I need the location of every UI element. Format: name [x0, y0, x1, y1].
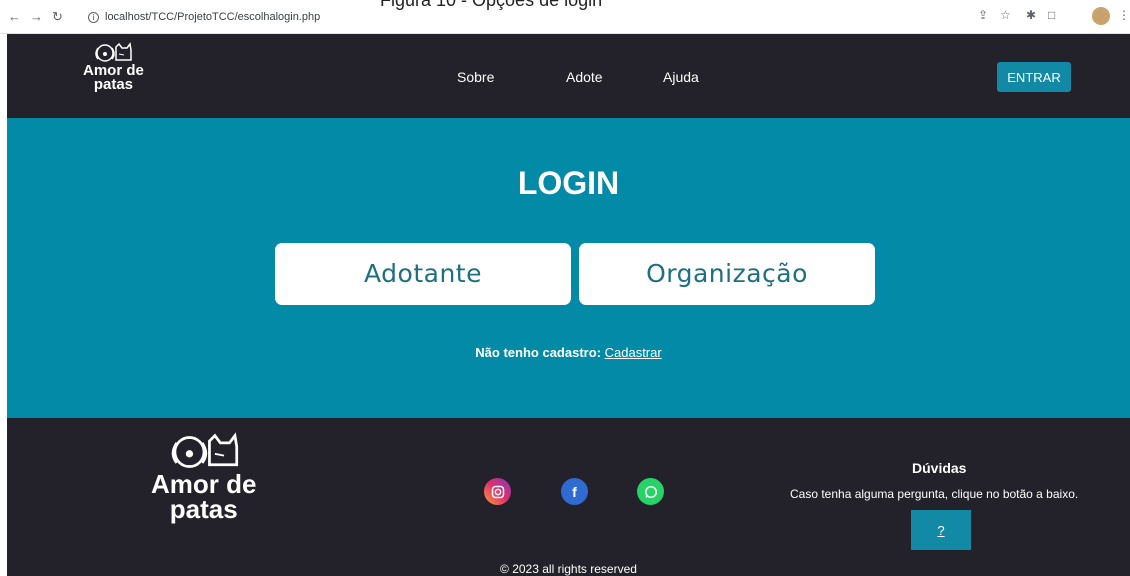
logo-line-2: patas — [93, 76, 134, 94]
reload-icon[interactable]: ↻ — [52, 9, 63, 25]
footer-logo: Amor de patas — [151, 432, 257, 524]
site-header: Amor de patas Sobre Adote Ajuda ENTRAR — [7, 34, 1130, 118]
nav-link-sobre[interactable]: Sobre — [457, 69, 494, 85]
login-button[interactable]: ENTRAR — [997, 62, 1071, 92]
site-footer: Amor de patas f Dúvidas Caso tenha algum… — [7, 418, 1130, 576]
facebook-icon[interactable]: f — [561, 478, 588, 505]
footer-logo-line-2: patas — [169, 493, 238, 524]
share-icon[interactable]: ⇪ — [978, 8, 988, 22]
extensions-icon[interactable]: ✱ — [1026, 8, 1036, 22]
register-link[interactable]: Cadastrar — [605, 345, 662, 360]
back-icon[interactable]: ← — [8, 9, 21, 24]
whatsapp-icon[interactable] — [637, 478, 664, 505]
register-prompt: Não tenho cadastro: Cadastrar — [7, 345, 1130, 360]
url-text: localhost/TCC/ProjetoTCC/escolhalogin.ph… — [105, 11, 321, 23]
login-section: LOGIN Adotante Organização Não tenho cad… — [7, 118, 1130, 418]
nav-link-adote[interactable]: Adote — [566, 69, 603, 85]
nav-link-ajuda[interactable]: Ajuda — [663, 69, 699, 85]
menu-dots-icon[interactable]: ⋮ — [1118, 8, 1130, 22]
register-label: Não tenho cadastro: — [475, 345, 601, 360]
address-bar[interactable]: i localhost/TCC/ProjetoTCC/escolhalogin.p… — [88, 6, 320, 28]
faq-title: Dúvidas — [912, 460, 967, 476]
forward-icon[interactable]: → — [30, 9, 43, 24]
dog-cat-icon — [94, 42, 133, 64]
adotante-button[interactable]: Adotante — [275, 243, 571, 305]
dog-cat-icon — [169, 432, 239, 472]
faq-text: Caso tenha alguma pergunta, clique no bo… — [790, 487, 1079, 501]
organizacao-button[interactable]: Organização — [579, 243, 875, 305]
sidepanel-icon[interactable]: □ — [1048, 8, 1055, 22]
instagram-icon[interactable] — [484, 478, 511, 505]
page-title: LOGIN — [517, 165, 620, 201]
footer-logo-line-1: Amor de — [151, 469, 257, 499]
bookmark-star-icon[interactable]: ☆ — [1000, 8, 1011, 22]
site-logo[interactable]: Amor de patas — [83, 42, 144, 93]
profile-avatar[interactable] — [1092, 7, 1110, 25]
copyright: © 2023 all rights reserved — [500, 562, 637, 576]
site-info-icon[interactable]: i — [88, 11, 99, 23]
help-button[interactable]: ? — [911, 510, 971, 550]
document-caption: Figura 10 - Opções de login — [380, 0, 603, 10]
